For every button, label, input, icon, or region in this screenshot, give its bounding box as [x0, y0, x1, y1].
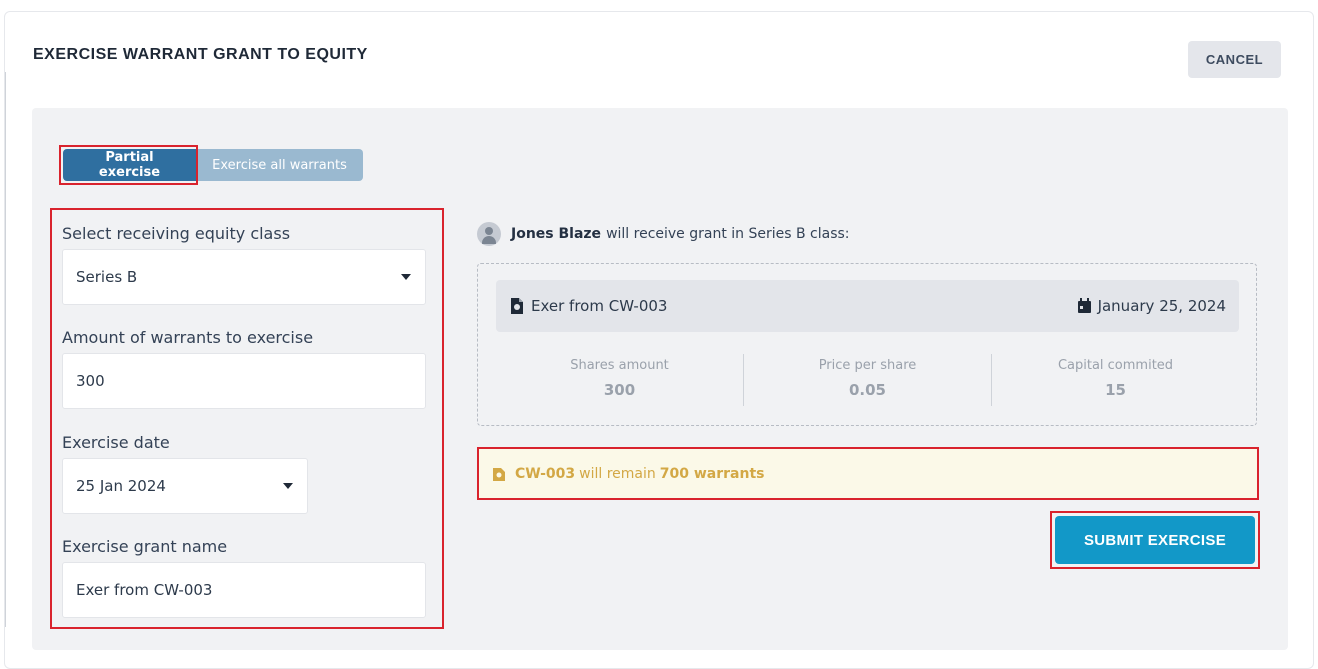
stat-price-per-share: Price per share 0.05	[743, 354, 991, 406]
equity-class-select[interactable]: Series B	[62, 249, 426, 305]
exercise-all-warrants-tab[interactable]: Exercise all warrants	[196, 149, 363, 181]
exercise-date-select[interactable]: 25 Jan 2024	[62, 458, 308, 514]
modal-left-border	[5, 72, 6, 627]
exercise-warrant-modal: EXERCISE WARRANT GRANT TO EQUITY CANCEL …	[4, 11, 1314, 669]
amount-input[interactable]: 300	[62, 353, 426, 409]
exercise-panel: Partial exercise Exercise all warrants S…	[32, 108, 1288, 650]
equity-class-label: Select receiving equity class	[62, 224, 291, 243]
exercise-date-label: Exercise date	[62, 433, 170, 452]
grant-name-value: Exer from CW-003	[76, 581, 213, 599]
highlight-submit: SUBMIT EXERCISE	[1050, 511, 1260, 569]
grant-name-label: Exercise grant name	[62, 537, 228, 556]
chevron-down-icon	[283, 483, 293, 489]
stat-capital-committed: Capital commited 15	[991, 354, 1239, 406]
amount-value: 300	[76, 372, 105, 390]
remaining-warrants-notice: CW-003 will remain 700 warrants	[477, 447, 1259, 500]
user-avatar-icon	[477, 222, 501, 246]
highlight-toggle	[59, 145, 198, 185]
submit-exercise-button[interactable]: SUBMIT EXERCISE	[1055, 516, 1255, 564]
grant-summary-card: Exer from CW-003 January 25, 2024 Shares…	[477, 263, 1257, 426]
calendar-icon	[1077, 298, 1091, 313]
stat-label: Capital commited	[1057, 358, 1174, 373]
recipient-text: will receive grant in Series B class:	[606, 226, 850, 242]
grant-header-bar: Exer from CW-003 January 25, 2024	[496, 280, 1239, 332]
stat-value: 15	[1105, 381, 1126, 399]
grant-stats: Shares amount 300 Price per share 0.05 C…	[496, 354, 1239, 406]
document-certificate-icon	[511, 298, 523, 314]
modal-title: EXERCISE WARRANT GRANT TO EQUITY	[33, 46, 368, 63]
stat-label: Shares amount	[570, 358, 669, 373]
exercise-date-value: 25 Jan 2024	[76, 477, 166, 495]
warrant-icon	[493, 467, 505, 481]
recipient-name: Jones Blaze	[511, 226, 602, 242]
remaining-amount: 700 warrants	[659, 465, 765, 482]
equity-class-value: Series B	[76, 268, 138, 286]
remaining-mid-text: will remain	[579, 465, 656, 482]
stat-label: Price per share	[818, 358, 917, 373]
stat-value: 300	[603, 381, 636, 399]
chevron-down-icon	[401, 274, 411, 280]
grant-name-display: Exer from CW-003	[531, 297, 668, 315]
recipient-line: Jones Blaze will receive grant in Series…	[477, 222, 850, 246]
stat-value: 0.05	[848, 381, 886, 399]
grant-date-display: January 25, 2024	[1097, 297, 1226, 315]
amount-label: Amount of warrants to exercise	[62, 328, 314, 347]
grant-name-input[interactable]: Exer from CW-003	[62, 562, 426, 618]
remaining-warrant-id: CW-003	[515, 465, 576, 482]
stat-shares-amount: Shares amount 300	[496, 354, 743, 406]
cancel-button[interactable]: CANCEL	[1188, 41, 1281, 78]
